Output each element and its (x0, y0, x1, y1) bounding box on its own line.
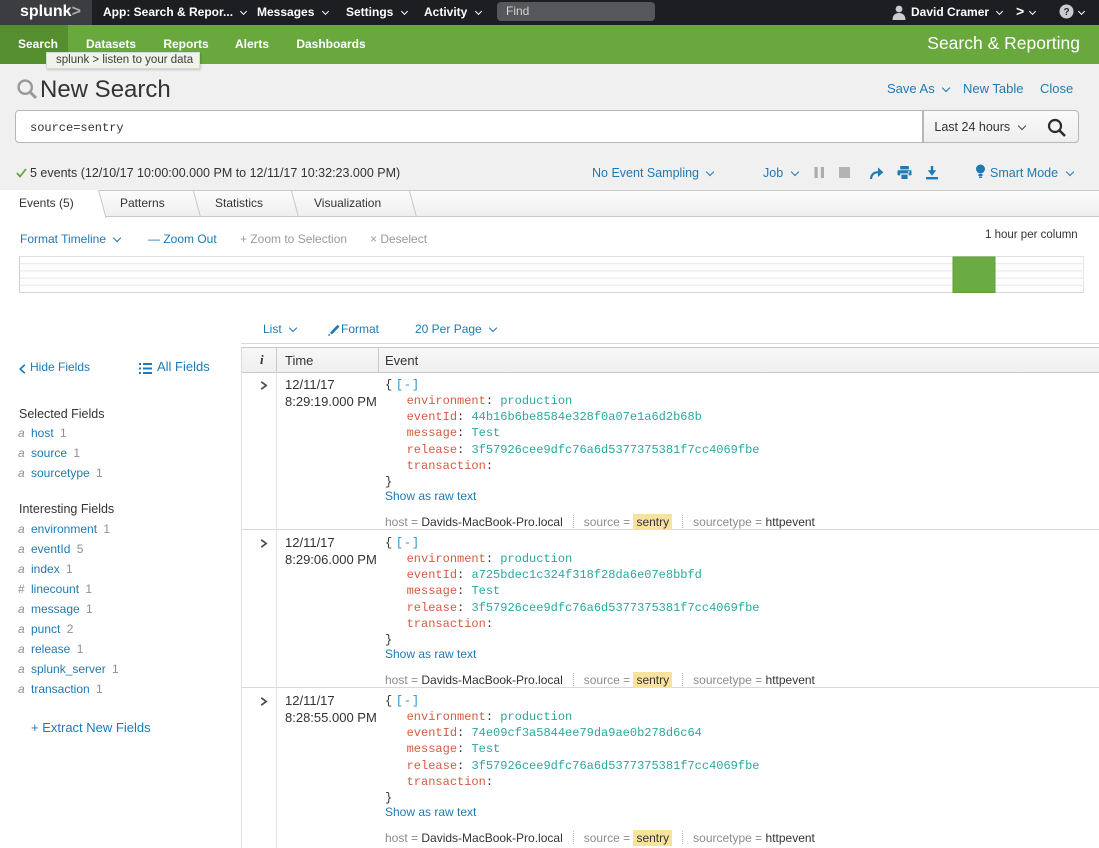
svg-text:?: ? (1063, 7, 1069, 18)
